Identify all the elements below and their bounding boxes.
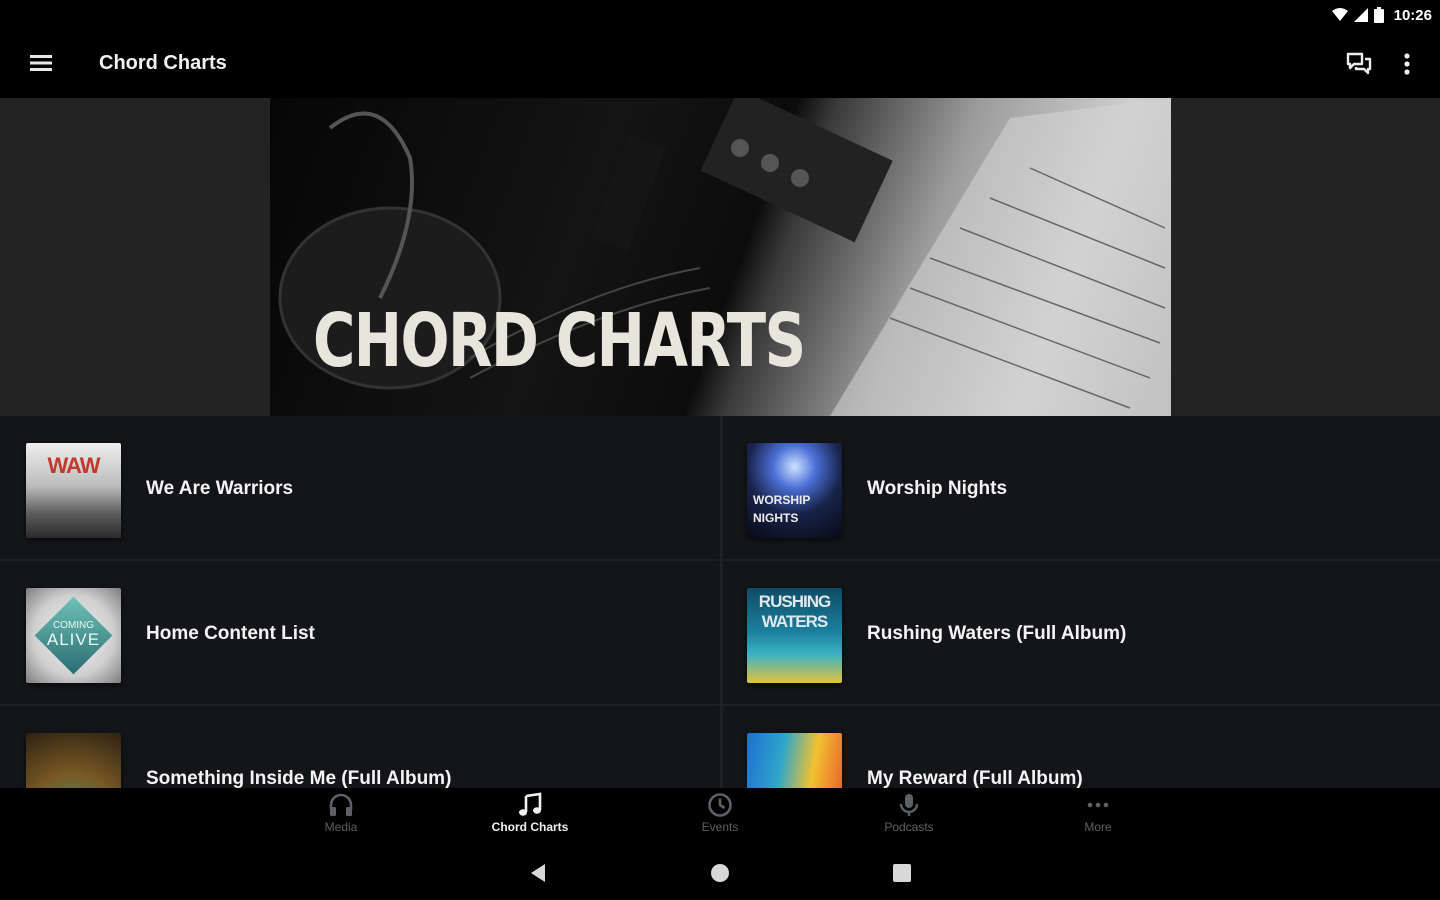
list-item[interactable]: WAW We Are Warriors	[0, 416, 719, 561]
status-bar: 10:26	[0, 0, 1440, 30]
album-thumbnail: COMING ALIVE	[26, 588, 121, 683]
item-title: Something Inside Me (Full Album)	[146, 768, 452, 788]
item-title: Home Content List	[146, 623, 315, 644]
thumbnail-text: WORSHIP	[753, 493, 811, 507]
item-title: Worship Nights	[867, 478, 1008, 499]
nav-label: Chord Charts	[491, 820, 569, 834]
recents-icon[interactable]	[889, 860, 915, 886]
more-vert-icon[interactable]	[1397, 50, 1417, 78]
nav-podcasts[interactable]: Podcasts	[839, 792, 979, 842]
nav-more[interactable]: More	[1028, 792, 1168, 842]
list-item[interactable]: Something Inside Me (Full Album)	[0, 706, 719, 788]
nav-label: Podcasts	[884, 820, 934, 834]
thumbnail-text: NIGHTS	[753, 511, 799, 525]
app-bar: Chord Charts	[0, 30, 1440, 98]
hero-banner: CHORD CHARTS	[270, 98, 1171, 416]
album-thumbnail: WORSHIP NIGHTS	[747, 443, 842, 538]
wifi-icon	[1331, 8, 1348, 21]
thumbnail-text: WAW	[47, 453, 101, 478]
list-item[interactable]: My Reward (Full Album)	[721, 706, 1440, 788]
chat-icon[interactable]	[1345, 50, 1373, 78]
microphone-icon	[899, 794, 919, 816]
back-icon[interactable]	[525, 860, 551, 886]
item-title: My Reward (Full Album)	[867, 768, 1083, 788]
battery-icon	[1373, 7, 1384, 23]
album-thumbnail: WAW	[26, 443, 121, 538]
thumbnail-text: ALIVE	[46, 630, 101, 649]
album-thumbnail: RUSHING WATERS	[747, 588, 842, 683]
menu-icon[interactable]	[28, 50, 54, 76]
status-time: 10:26	[1393, 6, 1432, 24]
main-content[interactable]: CHORD CHARTS WAW We Are Warriors WORSHIP…	[0, 98, 1440, 788]
page-title: Chord Charts	[99, 52, 227, 74]
thumbnail-text: RUSHING	[758, 592, 831, 611]
item-title: Rushing Waters (Full Album)	[867, 623, 1127, 644]
home-icon[interactable]	[707, 860, 733, 886]
nav-label: More	[1084, 820, 1112, 834]
cell-signal-icon	[1353, 8, 1368, 22]
album-thumbnail	[26, 733, 121, 788]
clock-icon	[708, 793, 732, 817]
bottom-navigation: Media Chord Charts Events Podcasts More	[0, 788, 1440, 846]
nav-label: Media	[324, 820, 358, 834]
nav-chord-charts[interactable]: Chord Charts	[460, 792, 600, 842]
more-dots-icon	[1087, 802, 1109, 808]
headphones-icon	[329, 793, 353, 816]
nav-events[interactable]: Events	[650, 792, 790, 842]
nav-media[interactable]: Media	[271, 792, 411, 842]
list-item[interactable]: COMING ALIVE Home Content List	[0, 561, 719, 706]
system-navigation-bar	[0, 846, 1440, 900]
nav-label: Events	[701, 820, 739, 834]
thumbnail-text: WATERS	[761, 612, 828, 631]
list-item[interactable]: WORSHIP NIGHTS Worship Nights	[721, 416, 1440, 561]
item-title: We Are Warriors	[146, 478, 294, 499]
hero-title: CHORD CHARTS	[313, 298, 806, 384]
album-thumbnail	[747, 733, 842, 788]
music-note-icon	[519, 792, 542, 816]
list-item[interactable]: RUSHING WATERS Rushing Waters (Full Albu…	[721, 561, 1440, 706]
